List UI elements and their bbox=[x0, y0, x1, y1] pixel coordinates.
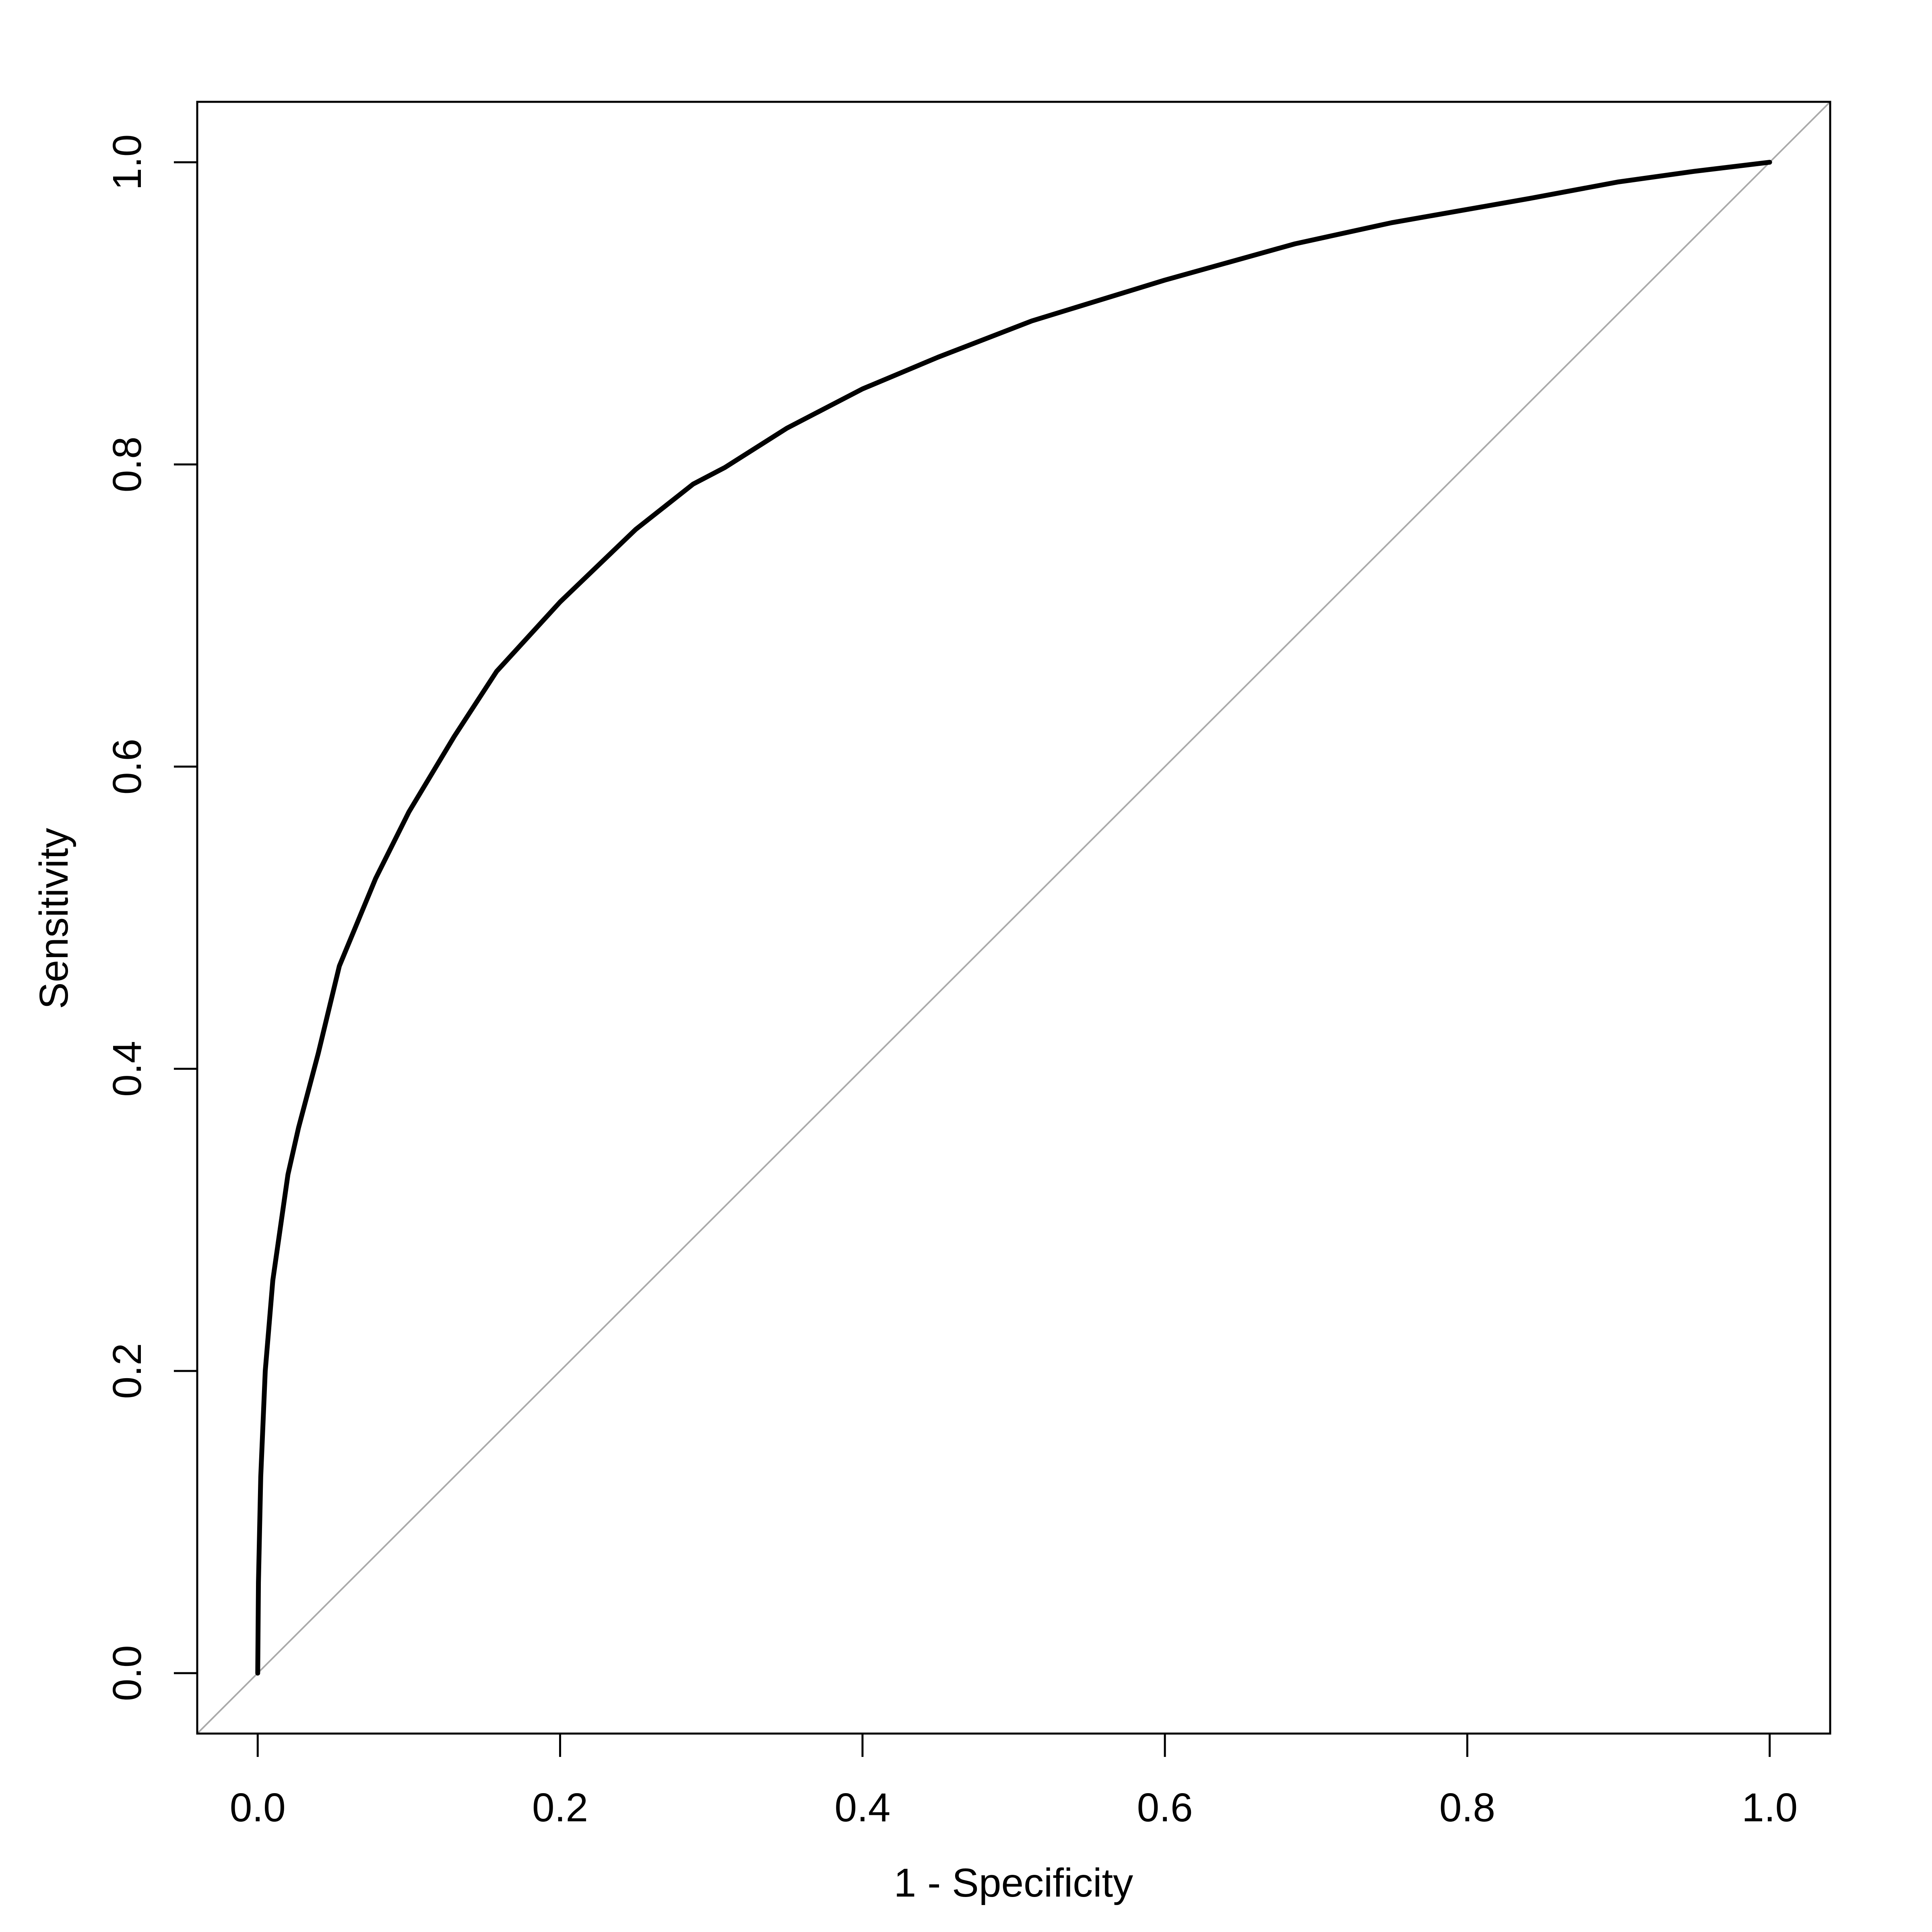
y-tick-label: 0.4 bbox=[105, 1041, 150, 1097]
x-tick-label: 0.4 bbox=[834, 1785, 890, 1830]
roc-chart: 0.0 0.2 0.4 0.6 0.8 1.0 0.0 0.2 0.4 0.6 0.8 1.0 1 … bbox=[31, 101, 1831, 1905]
x-tick-label: 0.8 bbox=[1439, 1785, 1495, 1830]
series-layer bbox=[197, 102, 1830, 1734]
y-axis: 0.0 0.2 0.4 0.6 0.8 1.0 bbox=[105, 134, 197, 1701]
y-tick-label: 0.2 bbox=[105, 1343, 150, 1399]
y-tick-label: 0.8 bbox=[105, 436, 150, 492]
y-tick-label: 1.0 bbox=[105, 134, 150, 190]
x-tick-label: 1.0 bbox=[1742, 1785, 1798, 1830]
reference-diagonal-line bbox=[197, 102, 1830, 1734]
y-axis-title: Sensitivity bbox=[31, 828, 76, 1009]
x-axis-title: 1 - Specificity bbox=[894, 1860, 1133, 1905]
x-tick-label: 0.0 bbox=[230, 1785, 286, 1830]
y-tick-label: 0.6 bbox=[105, 739, 150, 795]
y-tick-label: 0.0 bbox=[105, 1645, 150, 1701]
x-axis: 0.0 0.2 0.4 0.6 0.8 1.0 bbox=[230, 1734, 1798, 1830]
x-tick-label: 0.2 bbox=[532, 1785, 588, 1830]
x-tick-label: 0.6 bbox=[1137, 1785, 1193, 1830]
